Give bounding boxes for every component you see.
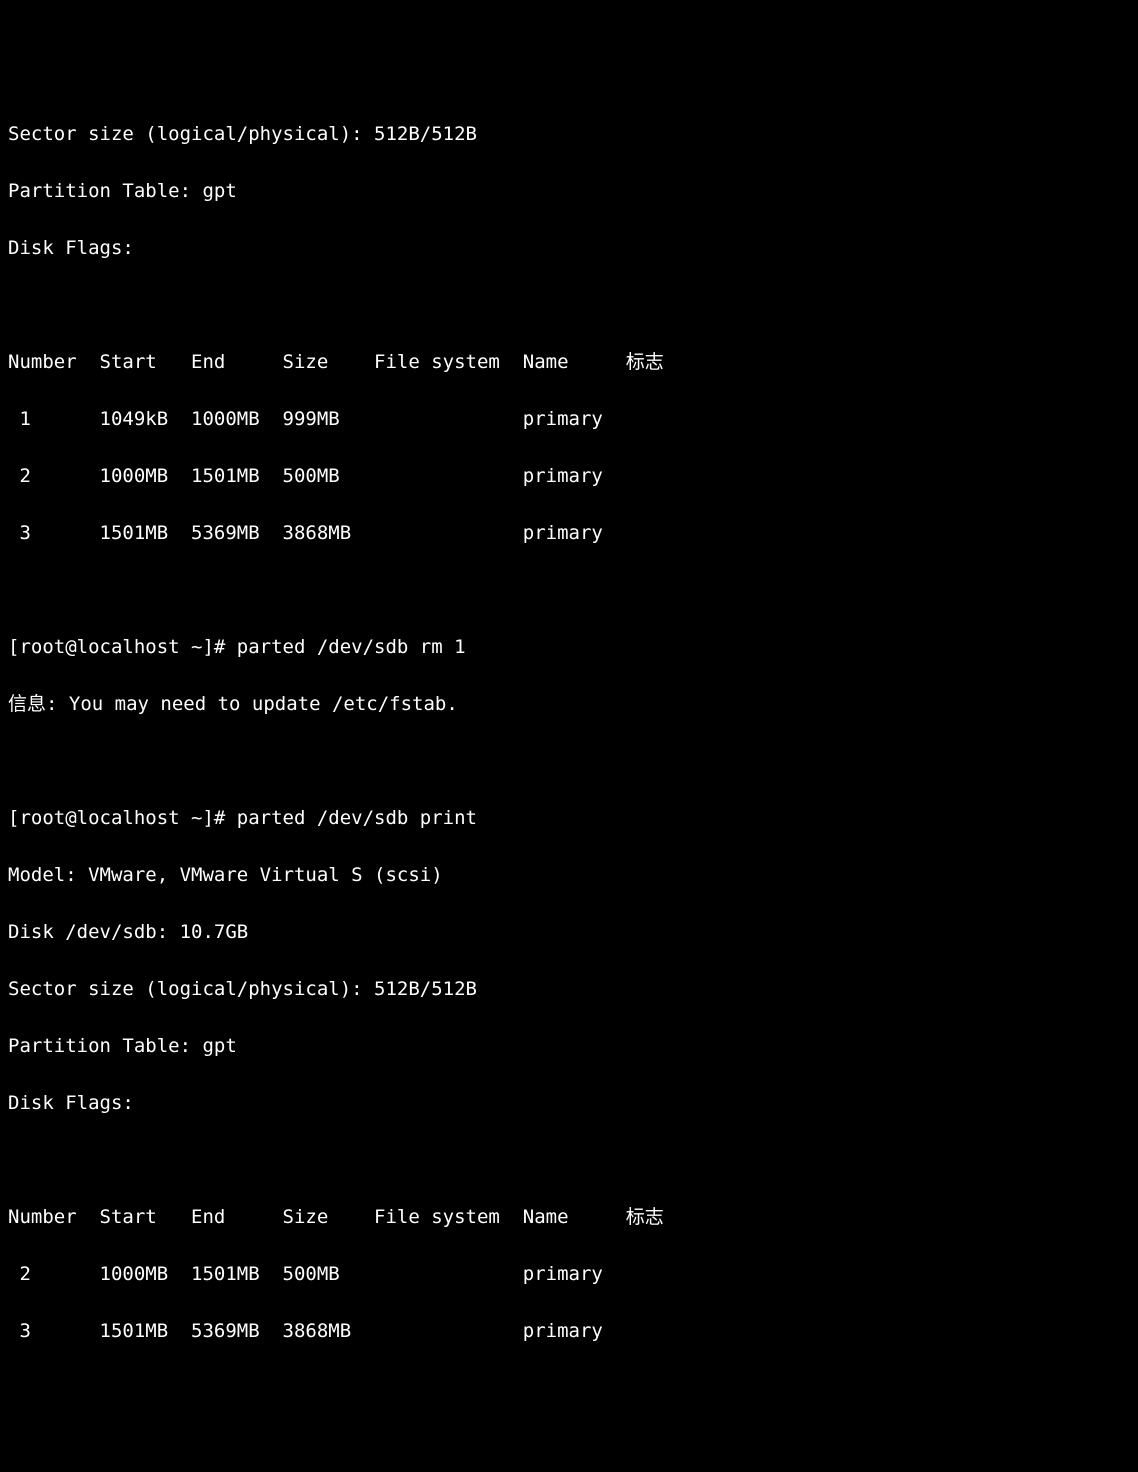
table-header: Number Start End Size File system Name 标… xyxy=(8,348,1130,377)
sector-size-line: Sector size (logical/physical): 512B/512… xyxy=(8,120,1130,149)
blank-line xyxy=(8,576,1130,605)
blank-line xyxy=(8,747,1130,776)
partition-table-line: Partition Table: gpt xyxy=(8,177,1130,206)
table-row: 2 1000MB 1501MB 500MB primary xyxy=(8,462,1130,491)
disk-flags-line: Disk Flags: xyxy=(8,234,1130,263)
table-row: 3 1501MB 5369MB 3868MB primary xyxy=(8,519,1130,548)
table-header: Number Start End Size File system Name 标… xyxy=(8,1203,1130,1232)
disk-flags-line: Disk Flags: xyxy=(8,1089,1130,1118)
shell-prompt[interactable]: [root@localhost ~]# parted /dev/sdb prin… xyxy=(8,804,1130,833)
disk-line: Disk /dev/sdb: 10.7GB xyxy=(8,918,1130,947)
partition-table-line: Partition Table: gpt xyxy=(8,1032,1130,1061)
table-row: 3 1501MB 5369MB 3868MB primary xyxy=(8,1317,1130,1346)
table-row: 2 1000MB 1501MB 500MB primary xyxy=(8,1260,1130,1289)
table-row: 1 1049kB 1000MB 999MB primary xyxy=(8,405,1130,434)
sector-size-line: Sector size (logical/physical): 512B/512… xyxy=(8,975,1130,1004)
model-line: Model: VMware, VMware Virtual S (scsi) xyxy=(8,861,1130,890)
blank-line xyxy=(8,1146,1130,1175)
info-message: 信息: You may need to update /etc/fstab. xyxy=(8,690,1130,719)
blank-line xyxy=(8,291,1130,320)
shell-prompt[interactable]: [root@localhost ~]# parted /dev/sdb rm 1 xyxy=(8,633,1130,662)
